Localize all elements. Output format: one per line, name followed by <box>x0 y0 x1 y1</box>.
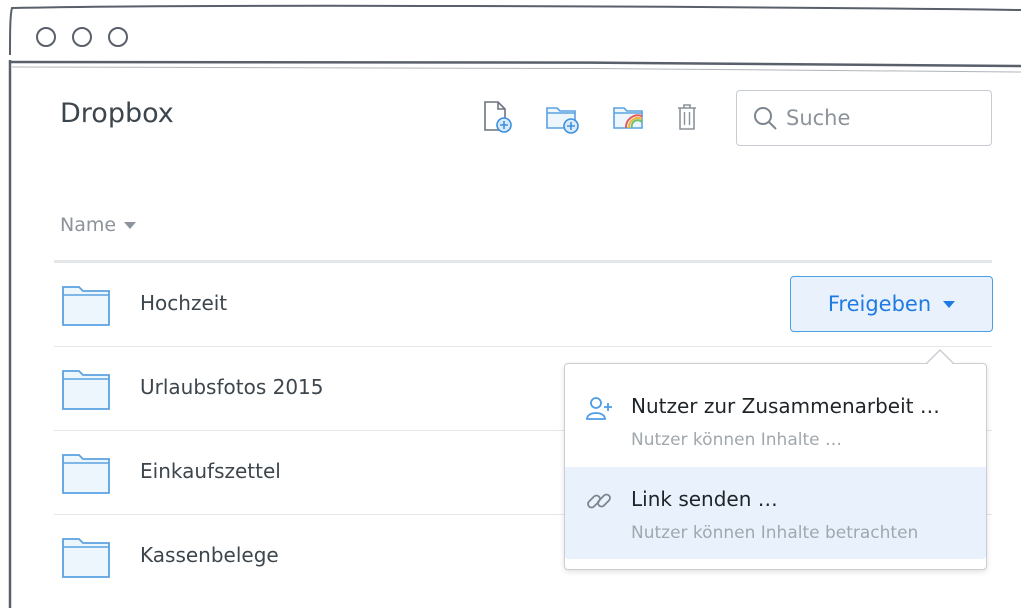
share-button-label: Freigeben <box>827 292 932 316</box>
new-file-icon[interactable] <box>482 100 512 134</box>
row-name: Urlaubsfotos 2015 <box>140 375 324 399</box>
menu-item-label: Nutzer zur Zusammenarbeit … <box>631 394 940 418</box>
page-title: Dropbox <box>60 98 174 129</box>
folder-icon <box>61 451 111 495</box>
window-minimize-button[interactable] <box>72 27 92 47</box>
add-user-icon <box>585 394 613 422</box>
sort-caret-icon <box>124 221 137 229</box>
menu-item-send-link[interactable]: Link senden … Nutzer können Inhalte betr… <box>565 467 986 559</box>
row-name: Kassenbelege <box>140 543 279 567</box>
row-name: Hochzeit <box>140 291 228 315</box>
menu-item-label: Link senden … <box>631 487 778 511</box>
new-folder-icon[interactable] <box>545 100 581 134</box>
window-maximize-button[interactable] <box>108 27 128 47</box>
trash-icon[interactable] <box>675 100 699 134</box>
dropdown-arrow-fill <box>926 351 954 365</box>
folder-icon <box>61 535 111 579</box>
name-column-label: Name <box>60 214 117 236</box>
row-name: Einkaufszettel <box>140 459 281 483</box>
search-icon <box>754 107 777 130</box>
share-dropdown-menu: Nutzer zur Zusammenarbeit … Nutzer könne… <box>564 349 987 570</box>
name-column-header[interactable]: Name <box>60 214 137 236</box>
folder-icon <box>61 283 111 327</box>
menu-item-description: Nutzer können Inhalte betrachten <box>631 523 919 543</box>
menu-item-invite-collaborators[interactable]: Nutzer zur Zusammenarbeit … Nutzer könne… <box>565 374 986 466</box>
folder-icon <box>61 367 111 411</box>
window-close-button[interactable] <box>36 27 56 47</box>
shared-folder-icon[interactable] <box>612 100 648 134</box>
share-button[interactable]: Freigeben <box>790 276 993 332</box>
search-box[interactable] <box>736 90 992 146</box>
chevron-down-icon <box>943 300 956 308</box>
menu-item-description: Nutzer können Inhalte … <box>631 430 842 450</box>
search-input[interactable] <box>784 105 978 131</box>
link-icon <box>585 487 613 515</box>
window-controls <box>36 27 128 47</box>
